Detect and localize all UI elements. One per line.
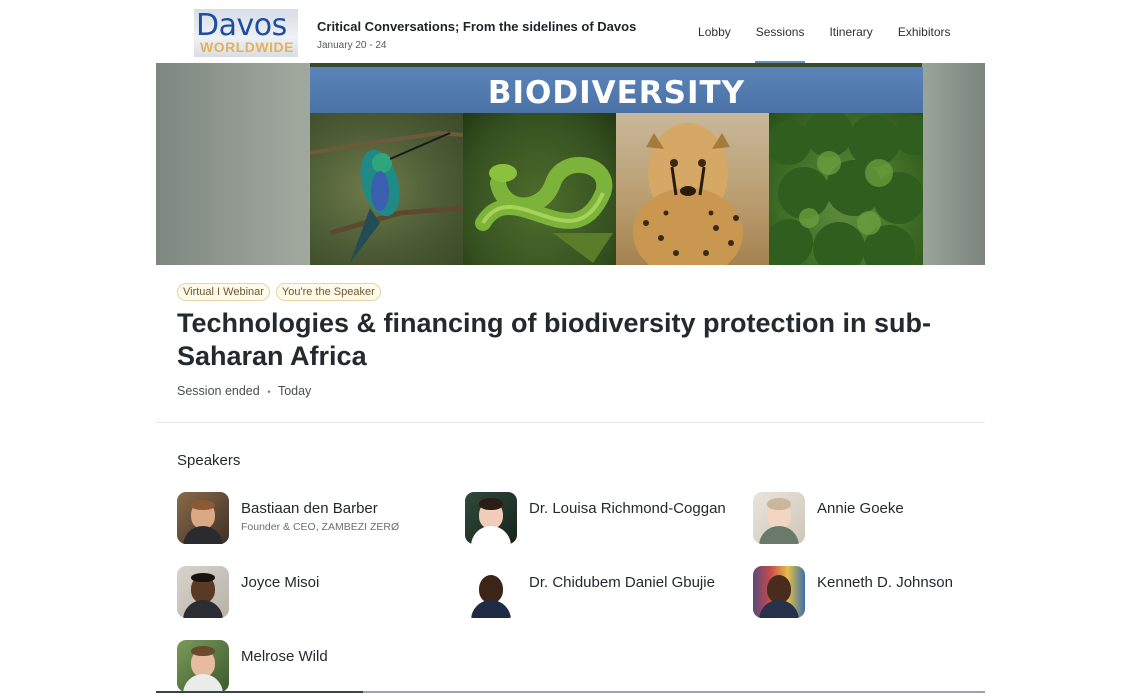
cheetah-photo — [616, 113, 769, 265]
speaker-name[interactable]: Kenneth D. Johnson — [817, 573, 953, 593]
session-page: Davos WORLDWIDE Critical Conversations; … — [156, 0, 985, 700]
speaker-name[interactable]: Joyce Misoi — [241, 573, 319, 593]
speaker-avatar[interactable] — [177, 492, 229, 544]
status-separator: • — [267, 387, 271, 398]
logo-text-bottom: WORLDWIDE — [200, 39, 294, 55]
top-header: Davos WORLDWIDE Critical Conversations; … — [156, 0, 985, 63]
speaker-card[interactable]: Kenneth D. Johnson — [753, 566, 1033, 618]
session-status-line: Session ended • Today — [177, 384, 311, 398]
nav-tab-exhibitors[interactable]: Exhibitors — [885, 0, 963, 63]
speaker-name[interactable]: Melrose Wild — [241, 647, 328, 667]
speaker-card[interactable]: Joyce Misoi — [177, 566, 457, 618]
tag-role: You're the Speaker — [275, 283, 381, 301]
speaker-avatar[interactable] — [753, 492, 805, 544]
speakers-heading: Speakers — [177, 452, 241, 469]
nav-tab-itinerary[interactable]: Itinerary — [817, 0, 885, 63]
session-when: Today — [277, 384, 312, 398]
speaker-name[interactable]: Dr. Chidubem Daniel Gbujie — [529, 573, 715, 593]
session-tags: Virtual I Webinar You're the Speaker — [177, 283, 381, 301]
speaker-name[interactable]: Annie Goeke — [817, 499, 904, 519]
session-title: Technologies & financing of biodiversity… — [177, 308, 932, 371]
logo-text-top: Davos — [196, 9, 287, 43]
speaker-role: Founder & CEO, ZAMBEZI ZERØ — [241, 521, 400, 533]
speaker-card[interactable]: Dr. Chidubem Daniel Gbujie — [465, 566, 745, 618]
speaker-card[interactable]: Melrose Wild — [177, 640, 457, 692]
bottom-edge — [156, 691, 985, 693]
speaker-card[interactable]: Dr. Louisa Richmond-Coggan — [465, 492, 745, 544]
banner-blur-edge — [922, 63, 985, 265]
davos-worldwide-logo[interactable]: Davos WORLDWIDE — [194, 9, 298, 57]
speaker-avatar[interactable] — [465, 492, 517, 544]
hummingbird-photo — [310, 113, 463, 265]
speaker-name[interactable]: Bastiaan den Barber — [241, 499, 399, 519]
section-divider — [156, 422, 985, 423]
rainforest-photo — [769, 113, 923, 265]
session-status: Session ended — [177, 384, 260, 398]
speaker-card[interactable]: Annie Goeke — [753, 492, 1033, 544]
speaker-card[interactable]: Bastiaan den Barber Founder & CEO, ZAMBE… — [177, 492, 457, 544]
banner-title: BIODIVERSITY — [487, 75, 746, 111]
session-banner-image: BIODIVERSITY — [156, 63, 985, 265]
green-snake-photo — [463, 113, 616, 265]
main-nav: Lobby Sessions Itinerary Exhibitors — [686, 0, 963, 63]
speaker-avatar[interactable] — [465, 566, 517, 618]
tag-format: Virtual I Webinar — [177, 283, 270, 301]
nav-tab-sessions[interactable]: Sessions — [743, 0, 817, 63]
speaker-avatar[interactable] — [177, 566, 229, 618]
speaker-avatar[interactable] — [753, 566, 805, 618]
event-title: Critical Conversations; From the sidelin… — [317, 19, 637, 34]
speaker-avatar[interactable] — [177, 640, 229, 692]
nav-tab-lobby[interactable]: Lobby — [686, 0, 744, 63]
banner-title-bar: BIODIVERSITY — [310, 67, 923, 113]
speaker-name[interactable]: Dr. Louisa Richmond-Coggan — [529, 499, 729, 519]
event-dates: January 20 - 24 — [317, 40, 387, 51]
